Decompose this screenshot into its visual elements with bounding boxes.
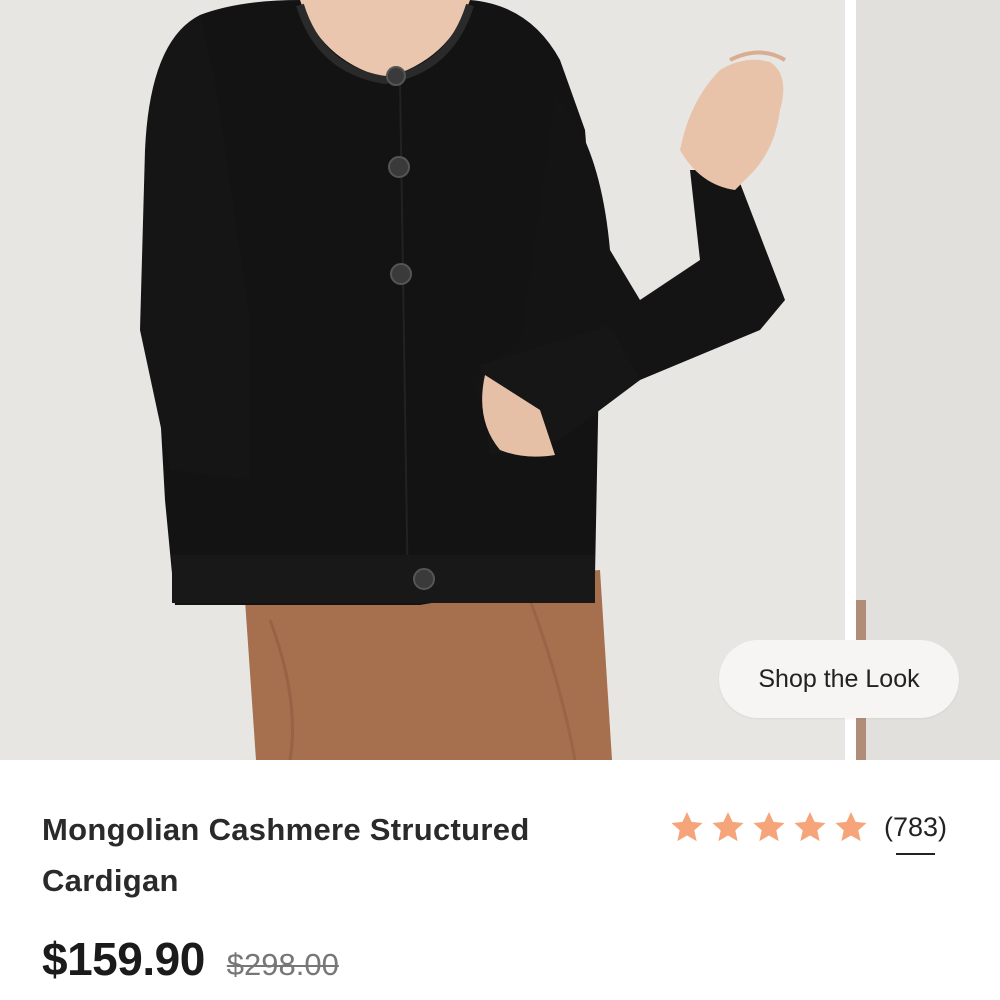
star-icon bbox=[712, 811, 744, 842]
review-count-underline bbox=[896, 852, 936, 855]
star-icon bbox=[671, 811, 703, 842]
product-rating[interactable]: (783) bbox=[668, 808, 948, 855]
model-photo bbox=[0, 0, 845, 760]
product-image-gallery[interactable]: Shop the Look bbox=[0, 0, 1000, 760]
star-icon bbox=[835, 811, 867, 842]
star-icon bbox=[753, 811, 785, 842]
price-row: $159.90 $298.00 bbox=[42, 932, 339, 986]
star-icon bbox=[794, 811, 826, 842]
shop-the-look-button[interactable]: Shop the Look bbox=[719, 640, 959, 718]
product-info: Mongolian Cashmere Structured Cardigan (… bbox=[0, 760, 1000, 1000]
original-price: $298.00 bbox=[226, 947, 339, 982]
rating-stars bbox=[668, 808, 870, 846]
main-product-image[interactable] bbox=[0, 0, 845, 760]
current-price: $159.90 bbox=[42, 933, 205, 985]
review-count-text: (783) bbox=[884, 811, 948, 842]
product-title: Mongolian Cashmere Structured Cardigan bbox=[42, 812, 530, 898]
review-count-link[interactable]: (783) bbox=[884, 811, 948, 855]
